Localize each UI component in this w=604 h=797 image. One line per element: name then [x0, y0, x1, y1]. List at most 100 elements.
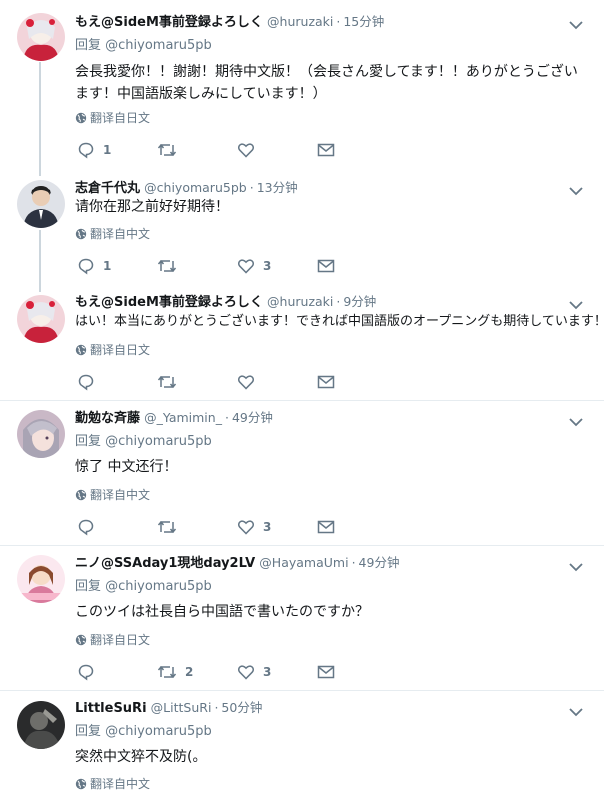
retweet-button[interactable]: 2: [157, 662, 193, 682]
user-avatar[interactable]: [17, 180, 65, 228]
translate-link[interactable]: 翻译自中文: [75, 487, 150, 503]
user-handle[interactable]: @LittSuRi: [151, 700, 212, 715]
globe-icon: [75, 489, 87, 501]
globe-icon: [75, 112, 87, 124]
user-handle[interactable]: @_Yamimin_: [144, 410, 222, 425]
timestamp[interactable]: 49分钟: [232, 410, 273, 425]
reply-label: 回复: [75, 579, 102, 594]
retweet-count: 2: [185, 665, 194, 679]
user-avatar[interactable]: [17, 295, 65, 343]
retweet-icon: [157, 375, 177, 389]
user-avatar[interactable]: [17, 13, 65, 61]
tweet-text: 惊了 中文还行！: [75, 459, 178, 475]
replying-to: 回复 @chiyomaru5pb: [75, 433, 212, 451]
globe-icon: [75, 634, 87, 646]
translate-link[interactable]: 翻译自日文: [75, 110, 150, 126]
reply-button[interactable]: [77, 662, 103, 682]
tweet-item[interactable]: もえ@SideM事前登録よろしく @huruzaki · 9分钟 はい！本当にありが…: [0, 291, 604, 401]
timestamp[interactable]: 9分钟: [343, 294, 376, 309]
envelope-icon: [317, 143, 335, 157]
retweet-button[interactable]: [157, 517, 185, 537]
like-button[interactable]: 3: [237, 517, 271, 537]
timestamp[interactable]: 50分钟: [221, 700, 262, 715]
reply-handle-link[interactable]: @chiyomaru5pb: [105, 579, 212, 594]
reply-button[interactable]: 1: [77, 256, 111, 276]
like-button[interactable]: [237, 140, 263, 160]
envelope-icon: [317, 665, 335, 679]
direct-message-button[interactable]: [317, 662, 335, 682]
chevron-down-icon[interactable]: [568, 296, 584, 310]
reply-feed: もえ@SideM事前登録よろしく @huruzaki · 15分钟 回复 @chiy…: [0, 0, 604, 797]
tweet-item[interactable]: ニノ@SSAday1現地day2LV @HayamaUmi · 49分钟 回复 @c…: [0, 546, 604, 691]
tweet-item[interactable]: もえ@SideM事前登録よろしく @huruzaki · 15分钟 回复 @chiy…: [0, 0, 604, 174]
chevron-down-icon[interactable]: [568, 182, 584, 196]
user-handle[interactable]: @huruzaki: [267, 294, 333, 309]
separator-dot: ·: [249, 180, 254, 195]
chevron-down-icon[interactable]: [568, 703, 584, 717]
display-name[interactable]: 志倉千代丸: [75, 181, 140, 196]
user-handle[interactable]: @chiyomaru5pb: [144, 180, 247, 195]
separator-dot: ·: [214, 700, 219, 715]
display-name[interactable]: もえ@SideM事前登録よろしく: [75, 15, 263, 30]
tweet-text: 请你在那之前好好期待！: [75, 199, 229, 215]
tweet-item[interactable]: 志倉千代丸 @chiyomaru5pb · 13分钟 请你在那之前好好期待！ 翻译自…: [0, 174, 604, 291]
reply-handle-link[interactable]: @chiyomaru5pb: [105, 434, 212, 449]
display-name[interactable]: LittleSuRi: [75, 701, 147, 716]
reply-button[interactable]: [77, 517, 103, 537]
direct-message-button[interactable]: [317, 372, 335, 392]
tweet-item[interactable]: 勤勉な斉藤 @_Yamimin_ · 49分钟 回复 @chiyomaru5pb 惊…: [0, 401, 604, 546]
replying-to: 回复 @chiyomaru5pb: [75, 37, 212, 55]
display-name[interactable]: もえ@SideM事前登録よろしく: [75, 295, 263, 310]
tweet-header: 志倉千代丸 @chiyomaru5pb · 13分钟: [75, 178, 564, 198]
retweet-button[interactable]: [157, 140, 185, 160]
separator-dot: ·: [336, 294, 341, 309]
display-name[interactable]: ニノ@SSAday1現地day2LV: [75, 556, 255, 571]
tweet-text: 会長我愛你！！謝謝！期待中文版！（会長さん愛してます！！ありがとうございます！中…: [75, 64, 578, 102]
reply-icon: [78, 519, 94, 536]
reply-button[interactable]: 1: [77, 140, 111, 160]
like-button[interactable]: 3: [237, 256, 271, 276]
timestamp[interactable]: 13分钟: [257, 180, 298, 195]
user-avatar[interactable]: [17, 555, 65, 603]
timestamp[interactable]: 49分钟: [359, 555, 400, 570]
reply-button[interactable]: [77, 372, 103, 392]
translate-link[interactable]: 翻译自中文: [75, 776, 150, 792]
reply-handle-link[interactable]: @chiyomaru5pb: [105, 38, 212, 53]
reply-count: 1: [103, 143, 112, 157]
reply-icon: [78, 664, 94, 681]
direct-message-button[interactable]: [317, 256, 335, 276]
chevron-down-icon[interactable]: [568, 16, 584, 30]
retweet-button[interactable]: [157, 372, 185, 392]
translate-label: 翻译自中文: [90, 777, 151, 791]
user-avatar[interactable]: [17, 701, 65, 749]
timestamp[interactable]: 15分钟: [343, 14, 384, 29]
retweet-icon: [157, 143, 177, 157]
reply-label: 回复: [75, 434, 102, 449]
retweet-icon: [157, 520, 177, 534]
tweet-actions: 3: [77, 517, 377, 537]
tweet-text: 突然中文猝不及防(。: [75, 749, 207, 765]
translate-link[interactable]: 翻译自中文: [75, 226, 150, 242]
retweet-button[interactable]: [157, 256, 185, 276]
reply-handle-link[interactable]: @chiyomaru5pb: [105, 724, 212, 739]
translate-label: 翻译自日文: [90, 111, 151, 125]
reply-count: 1: [103, 259, 112, 273]
tweet-item[interactable]: LittleSuRi @LittSuRi · 50分钟 回复 @chiyomaru5…: [0, 691, 604, 797]
like-count: 3: [263, 520, 272, 534]
chevron-down-icon[interactable]: [568, 413, 584, 427]
globe-icon: [75, 778, 87, 790]
translate-link[interactable]: 翻译自日文: [75, 342, 150, 358]
direct-message-button[interactable]: [317, 140, 335, 160]
like-button[interactable]: [237, 372, 263, 392]
heart-icon: [238, 143, 254, 158]
user-handle[interactable]: @huruzaki: [267, 14, 333, 29]
translate-link[interactable]: 翻译自日文: [75, 632, 150, 648]
like-button[interactable]: 3: [237, 662, 271, 682]
display-name[interactable]: 勤勉な斉藤: [75, 411, 140, 426]
user-avatar[interactable]: [17, 410, 65, 458]
direct-message-button[interactable]: [317, 517, 335, 537]
chevron-down-icon[interactable]: [568, 558, 584, 572]
translate-label: 翻译自中文: [90, 488, 151, 502]
user-handle[interactable]: @HayamaUmi: [259, 555, 348, 570]
translate-label: 翻译自日文: [90, 633, 151, 647]
